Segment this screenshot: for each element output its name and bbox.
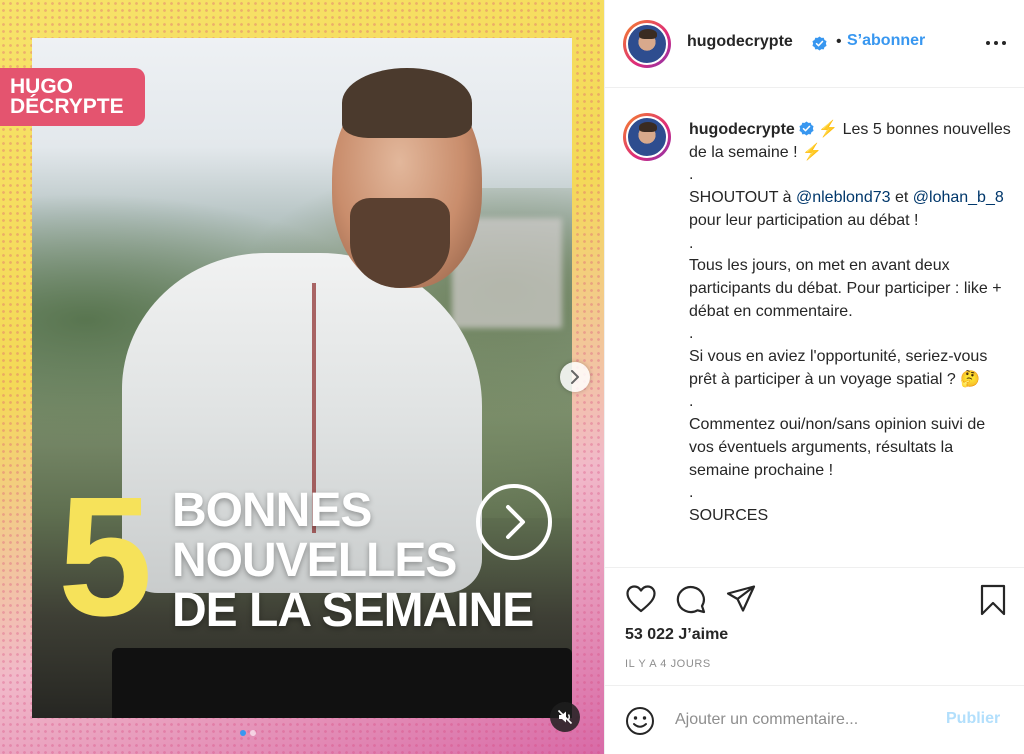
chef-beard <box>350 198 450 288</box>
post-timestamp[interactable]: IL Y A 4 JOURS <box>625 658 711 670</box>
headline-line-3: DE LA SEMAINE <box>172 584 534 637</box>
logo-line-2: DÉCRYPTE <box>10 95 124 118</box>
next-slide-button[interactable] <box>560 362 590 392</box>
heart-icon[interactable] <box>625 584 657 614</box>
stove <box>112 648 572 718</box>
caption-shoutout: SHOUTOUT à @nleblond73 et @lohan_b_8 pou… <box>689 187 1011 232</box>
circle-arrow-right-icon <box>476 484 552 560</box>
caption-first-line: hugodecrypte ⚡️ Les 5 bonnes nouvelles d… <box>689 119 1011 164</box>
shoutout-and: et <box>890 189 913 207</box>
carousel-dot <box>250 730 256 736</box>
comment-icon[interactable] <box>675 584 707 614</box>
avatar[interactable] <box>623 20 671 68</box>
verified-badge-icon <box>799 121 814 136</box>
shoutout-suffix: pour leur participation au débat ! <box>689 211 919 229</box>
headline-number: 5 <box>58 462 153 652</box>
chevron-right-icon <box>571 370 579 384</box>
comment-input[interactable] <box>675 708 935 732</box>
caption-paragraph: SOURCES <box>689 506 769 524</box>
mention-link[interactable]: @lohan_b_8 <box>913 189 1004 206</box>
logo-line-1: HUGO <box>10 75 73 98</box>
emoji-icon[interactable] <box>625 706 655 736</box>
caption-dot: . <box>689 234 694 252</box>
mention-link[interactable]: @nleblond73 <box>796 189 891 206</box>
post-side-panel: hugodecrypte • S’abonner hugodecrypte ⚡️… <box>604 0 1024 754</box>
caption-dot: . <box>689 166 694 184</box>
headline-line-2: NOUVELLES <box>172 534 457 587</box>
chef-hair <box>342 68 472 138</box>
caption-dot: . <box>689 325 694 343</box>
verified-badge-icon <box>812 36 827 51</box>
follow-button[interactable]: S’abonner <box>847 32 925 50</box>
bookmark-icon[interactable] <box>979 584 1007 616</box>
shoutout-prefix: SHOUTOUT à <box>689 189 796 207</box>
hugo-decrypte-logo: HUGO DÉCRYPTE <box>0 68 145 126</box>
like-count[interactable]: 53 022 J’aime <box>625 626 728 644</box>
separator-dot: • <box>836 33 842 50</box>
carousel-indicator <box>240 730 256 736</box>
publish-button[interactable]: Publier <box>946 710 1000 728</box>
caption-paragraph: Commentez oui/non/sans opinion suivi de … <box>689 416 986 479</box>
post-caption: hugodecrypte ⚡️ Les 5 bonnes nouvelles d… <box>689 119 1011 528</box>
post-header: hugodecrypte • S’abonner <box>605 0 1024 88</box>
post-media[interactable]: HUGO DÉCRYPTE 5 BONNES NOUVELLES DE LA S… <box>0 0 604 754</box>
caption-paragraph: Tous les jours, on met en avant deux par… <box>689 257 1002 320</box>
caption-dot: . <box>689 393 694 411</box>
caption-paragraph: Si vous en aviez l'opportunité, seriez-v… <box>689 348 988 388</box>
caption-dot: . <box>689 484 694 502</box>
caption-username[interactable]: hugodecrypte <box>689 121 795 138</box>
share-icon[interactable] <box>725 584 757 614</box>
header-username[interactable]: hugodecrypte <box>687 33 793 51</box>
post-actions: 53 022 J’aime IL Y A 4 JOURS <box>605 567 1024 685</box>
mute-button[interactable] <box>550 702 580 732</box>
comment-form: Publier <box>605 685 1024 754</box>
carousel-dot-active <box>240 730 246 736</box>
caption-avatar[interactable] <box>623 113 671 161</box>
caption-area[interactable]: hugodecrypte ⚡️ Les 5 bonnes nouvelles d… <box>605 89 1024 567</box>
more-horizontal-icon[interactable] <box>985 36 1007 50</box>
speaker-muted-icon <box>557 709 573 725</box>
